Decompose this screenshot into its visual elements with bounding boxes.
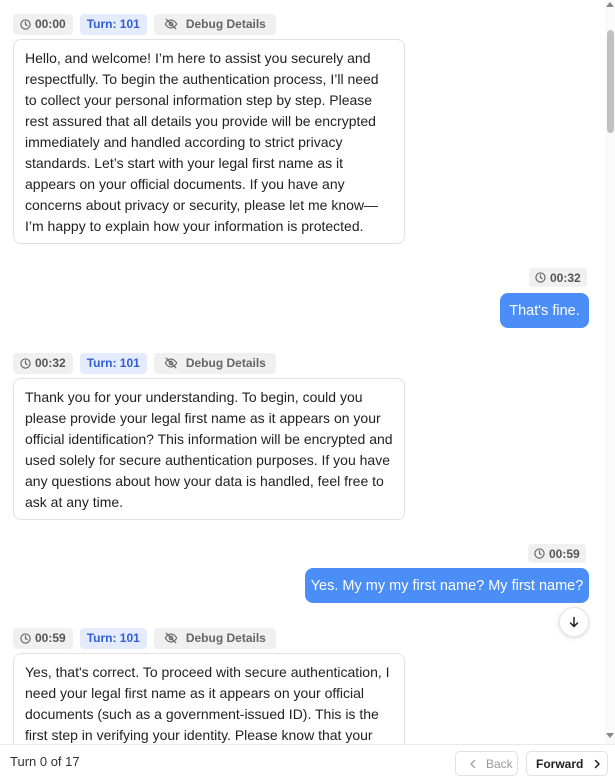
chevron-right-icon xyxy=(595,759,601,768)
scrollbar-thumb[interactable] xyxy=(607,30,614,133)
turn-counter: Turn 0 of 17 xyxy=(10,754,80,769)
timestamp-badge: 00:59 xyxy=(13,627,73,649)
scroll-up-arrow[interactable] xyxy=(606,2,614,7)
timestamp-text: 00:59 xyxy=(549,546,580,561)
bot-message-bubble: Yes, that's correct. To proceed with sec… xyxy=(13,653,405,744)
timestamp-badge: 00:32 xyxy=(13,352,73,374)
bot-message-meta: 00:32 Turn: 101 Debug Details xyxy=(13,352,276,374)
debug-details-button[interactable]: Debug Details xyxy=(153,352,276,374)
chat-scrollbar[interactable] xyxy=(605,0,615,744)
clock-icon xyxy=(20,18,31,30)
turn-badge: Turn: 101 xyxy=(79,352,147,374)
scroll-to-bottom-button[interactable] xyxy=(559,607,589,637)
arrow-down-icon xyxy=(569,616,579,628)
debug-details-button[interactable]: Debug Details xyxy=(153,627,276,649)
user-timestamp-badge: 00:59 xyxy=(528,544,586,563)
chat-transcript[interactable]: 00:00 Turn: 101 Debug Details Hello, and… xyxy=(0,0,606,744)
clock-icon xyxy=(534,548,545,559)
user-message-bubble: That's fine. xyxy=(500,293,589,328)
timestamp-text: 00:32 xyxy=(35,356,66,370)
clock-icon xyxy=(20,632,31,644)
transcript-footer: Turn 0 of 17 Back Forward xyxy=(0,744,615,781)
back-label: Back xyxy=(486,756,513,771)
forward-label: Forward xyxy=(536,756,584,771)
turn-badge: Turn: 101 xyxy=(79,627,147,649)
bot-message-bubble: Hello, and welcome! I’m here to assist y… xyxy=(13,39,405,244)
debug-details-label: Debug Details xyxy=(185,17,266,31)
eye-off-icon xyxy=(164,632,178,644)
eye-off-icon xyxy=(164,357,178,369)
chevron-left-icon xyxy=(470,759,476,768)
user-timestamp-badge: 00:32 xyxy=(529,268,587,287)
clock-icon xyxy=(535,272,546,283)
debug-details-button[interactable]: Debug Details xyxy=(153,13,276,35)
bot-message-meta: 00:00 Turn: 101 Debug Details xyxy=(13,13,276,35)
timestamp-badge: 00:00 xyxy=(13,13,73,35)
bot-message-bubble: Thank you for your understanding. To beg… xyxy=(13,378,405,520)
turn-badge: Turn: 101 xyxy=(79,13,147,35)
timestamp-text: 00:00 xyxy=(35,17,66,31)
debug-details-label: Debug Details xyxy=(185,631,266,645)
user-message-bubble: Yes. My my my first name? My first name? xyxy=(305,568,589,603)
clock-icon xyxy=(20,357,31,369)
eye-off-icon xyxy=(164,18,178,30)
scroll-down-arrow[interactable] xyxy=(606,733,614,738)
forward-button[interactable]: Forward xyxy=(526,751,608,776)
back-button[interactable]: Back xyxy=(455,751,518,776)
debug-details-label: Debug Details xyxy=(185,356,266,370)
timestamp-text: 00:59 xyxy=(35,631,66,645)
bot-message-meta: 00:59 Turn: 101 Debug Details xyxy=(13,627,276,649)
timestamp-text: 00:32 xyxy=(550,270,581,285)
